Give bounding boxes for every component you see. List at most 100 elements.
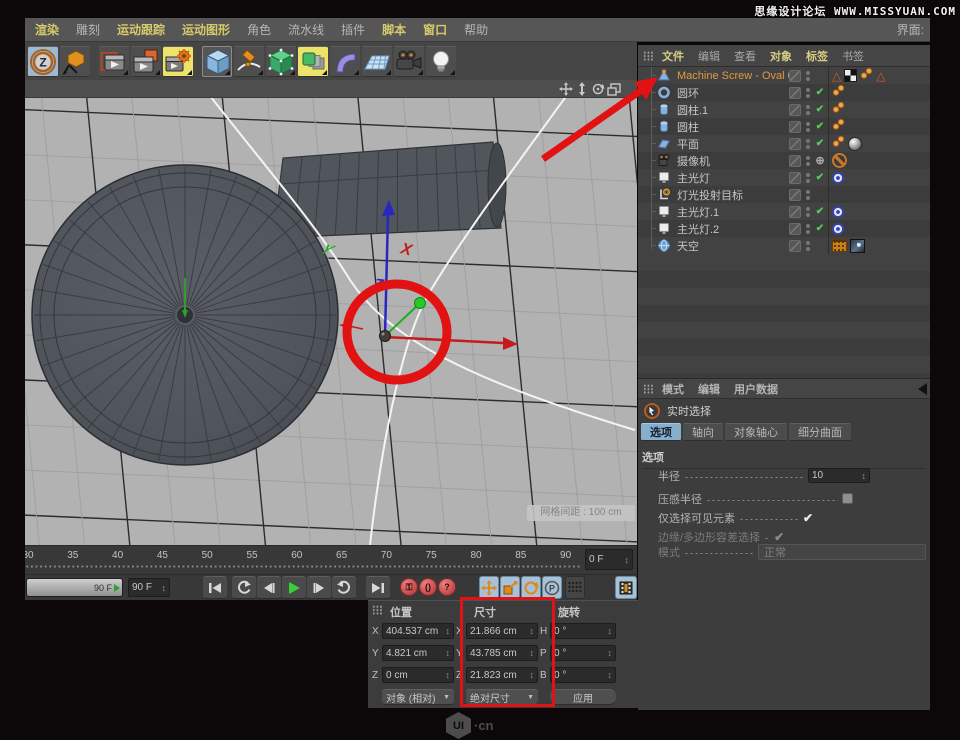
scale-tool-button[interactable]	[500, 576, 520, 599]
play-reverse-button[interactable]	[232, 576, 256, 599]
bend-deformer-button[interactable]	[330, 46, 360, 77]
object-row[interactable]: 主光灯.2✔	[638, 220, 930, 237]
visibility-dots-icon[interactable]	[804, 173, 812, 183]
enabled-check-icon[interactable]: ✔	[812, 104, 828, 115]
spinner-icon[interactable]: ↕	[446, 648, 451, 658]
menu-2[interactable]: 雕刻	[76, 21, 100, 38]
model-tube[interactable]	[273, 142, 506, 238]
coord-field-旋转-P[interactable]: 0 °↕	[550, 645, 616, 661]
menu-1[interactable]: 渲染	[35, 21, 59, 38]
phong-tag-icon[interactable]	[832, 84, 845, 102]
menu-8[interactable]: 脚本	[382, 21, 406, 38]
phong-tag-icon[interactable]	[860, 67, 873, 85]
dots-grid-button[interactable]	[565, 576, 585, 599]
coord-field-旋转-B[interactable]: 0 °↕	[550, 667, 616, 683]
film-strip-button[interactable]	[615, 576, 637, 599]
object-row[interactable]: 天空	[638, 237, 930, 254]
layer-toggle-icon[interactable]	[789, 206, 801, 218]
layer-toggle-icon[interactable]	[789, 87, 801, 99]
om-menu-6[interactable]: 书签	[842, 48, 864, 64]
spinner-icon[interactable]: ↕	[446, 670, 451, 680]
collapse-arrow-icon[interactable]	[918, 383, 927, 395]
panel-grip-icon[interactable]	[643, 51, 654, 61]
coords-mode-dropdown[interactable]: 对象 (相对)▼	[382, 689, 454, 705]
layer-toggle-icon[interactable]	[789, 223, 801, 235]
light-object-icon[interactable]	[657, 221, 673, 236]
visibility-dots-icon[interactable]	[804, 156, 812, 166]
om-menu-2[interactable]: 编辑	[698, 48, 720, 64]
frame-slider[interactable]: 90 F	[26, 578, 123, 597]
tab-选项[interactable]: 选项	[641, 423, 681, 441]
object-name[interactable]: 圆柱.1	[677, 102, 789, 118]
coord-field-尺寸-Y[interactable]: 43.785 cm↕	[466, 645, 538, 661]
object-name[interactable]: 平面	[677, 136, 789, 152]
coord-field-位置-X[interactable]: 404.537 cm↕	[382, 623, 454, 639]
object-row[interactable]: 主光灯.1✔	[638, 203, 930, 220]
checkmark-icon[interactable]: ✔	[774, 530, 784, 544]
menu-3[interactable]: 运动跟踪	[117, 21, 165, 38]
spinner-icon[interactable]: ↕	[530, 626, 535, 636]
object-name[interactable]: 主光灯.2	[677, 221, 789, 237]
apply-button[interactable]: 应用	[550, 689, 616, 705]
layer-toggle-icon[interactable]	[789, 104, 801, 116]
prev-frame-button[interactable]	[257, 576, 281, 599]
coords-grip-icon[interactable]	[372, 605, 383, 615]
radius-field[interactable]: 10↕	[808, 468, 870, 483]
rotate-tool-button[interactable]	[521, 576, 541, 599]
layer-toggle-icon[interactable]	[789, 172, 801, 184]
null-object-icon[interactable]: 0	[657, 187, 673, 202]
sweep-generator-button[interactable]	[298, 46, 328, 77]
visibility-dots-icon[interactable]	[804, 105, 812, 115]
object-name[interactable]: 天空	[677, 238, 789, 254]
menu-9[interactable]: 窗口	[423, 21, 447, 38]
panel-grip-icon[interactable]	[643, 384, 654, 394]
object-row[interactable]: 圆环✔	[638, 84, 930, 101]
cylinder-object-icon[interactable]	[657, 102, 673, 117]
visibility-dots-icon[interactable]	[804, 122, 812, 132]
visibility-dots-icon[interactable]	[804, 71, 812, 81]
target-tag-icon[interactable]	[832, 172, 844, 184]
layer-toggle-icon[interactable]	[789, 121, 801, 133]
model-disc[interactable]	[32, 165, 338, 465]
pressure-checkbox[interactable]	[842, 493, 853, 504]
phong-tag-icon[interactable]	[832, 135, 845, 153]
render-settings-button[interactable]	[163, 46, 193, 77]
coord-field-位置-Z[interactable]: 0 cm↕	[382, 667, 454, 683]
om-menu-5[interactable]: 标签	[806, 48, 828, 64]
object-row[interactable]: 圆柱.1 ✔	[638, 101, 930, 118]
go-start-button[interactable]	[203, 576, 227, 599]
current-frame-field[interactable]: 90 F↕	[128, 578, 170, 597]
layer-toggle-icon[interactable]	[789, 70, 801, 82]
layer-toggle-icon[interactable]	[789, 138, 801, 150]
coord-field-旋转-H[interactable]: 0 °↕	[550, 623, 616, 639]
light-button[interactable]	[426, 46, 456, 77]
spinner-icon[interactable]: ↕	[608, 648, 613, 658]
visibility-dots-icon[interactable]	[804, 190, 812, 200]
screw-object-icon[interactable]	[657, 68, 673, 83]
render-view-button[interactable]	[99, 46, 129, 77]
enabled-check-icon[interactable]: ✔	[812, 87, 828, 98]
enabled-check-icon[interactable]: ✔	[812, 206, 828, 217]
viewport-scene[interactable]: XYZ	[25, 98, 637, 545]
camera-object-icon[interactable]	[657, 153, 673, 168]
menu-4[interactable]: 运动图形	[182, 21, 230, 38]
render-picture-viewer-button[interactable]	[131, 46, 161, 77]
cylinder-object-icon[interactable]	[657, 119, 673, 134]
phong-tag-icon[interactable]	[832, 101, 845, 119]
floor-button[interactable]	[362, 46, 392, 77]
spinner-icon[interactable]: ↕	[530, 648, 535, 658]
object-name[interactable]: Machine Screw - Oval 01	[677, 70, 789, 82]
checkmark-icon[interactable]: ✔	[803, 511, 813, 525]
enabled-check-icon[interactable]: ✔	[812, 121, 828, 132]
om-menu-3[interactable]: 查看	[734, 48, 756, 64]
record-autokey-button[interactable]: ()	[419, 578, 437, 596]
enabled-check-icon[interactable]: ✔	[812, 172, 828, 183]
coords-mode-dropdown[interactable]: 绝对尺寸▼	[466, 689, 538, 705]
object-name[interactable]: 灯光投射目标	[677, 187, 789, 203]
coord-field-尺寸-X[interactable]: 21.866 cm↕	[466, 623, 538, 639]
z-tool-button[interactable]: Z	[28, 46, 58, 77]
object-name[interactable]: 摄像机	[677, 153, 789, 169]
om-menu-1[interactable]: 文件	[662, 48, 684, 64]
circle-object-icon[interactable]	[657, 85, 673, 100]
zoom-view-icon[interactable]	[575, 82, 589, 96]
